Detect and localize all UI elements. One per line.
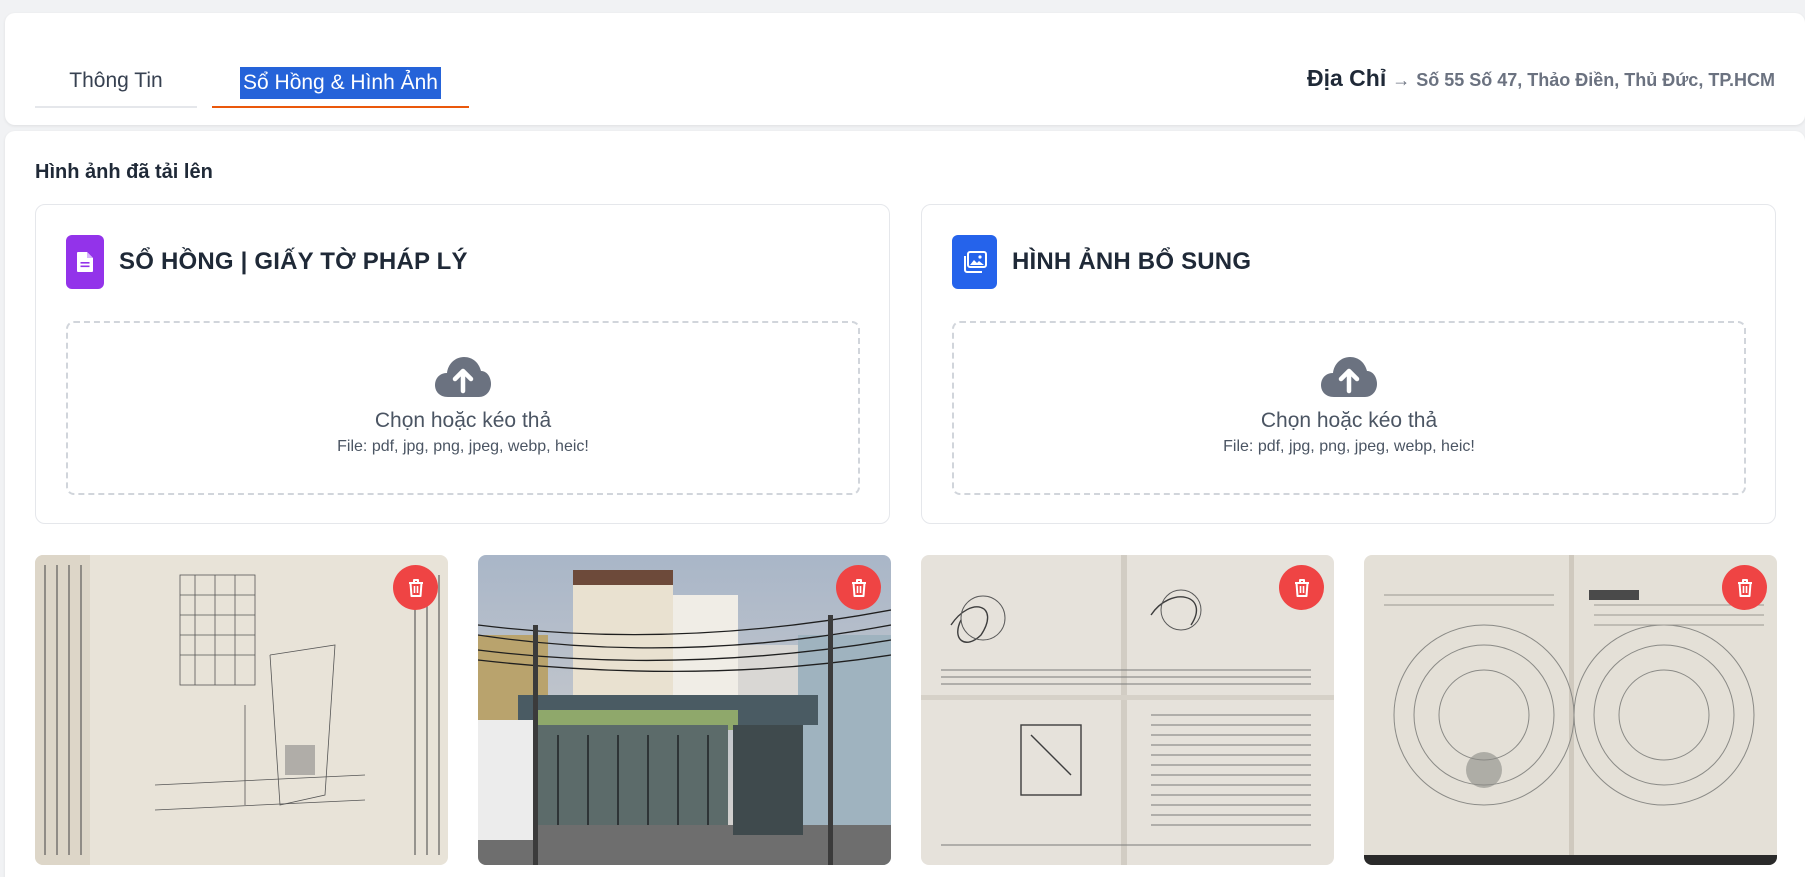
document-icon [66, 235, 104, 289]
arrow-right-icon: → [1392, 70, 1411, 90]
dropzone-sub-text: File: pdf, jpg, png, jpeg, webp, heic! [1223, 438, 1475, 455]
certificate-cover-scan-image [1364, 555, 1777, 865]
header-card: Thông Tin Sổ Hồng & Hình Ảnh Địa Chỉ → S… [5, 13, 1805, 125]
trash-icon [851, 578, 866, 597]
house-front-photo-image [478, 555, 891, 865]
trash-icon [1737, 578, 1752, 597]
cloud-upload-icon [1321, 357, 1377, 397]
panel-header: SỔ HỒNG | GIẤY TỜ PHÁP LÝ [66, 235, 468, 289]
address: Địa Chỉ → Số 55 Số 47, Thảo Điền, Thủ Đứ… [1307, 65, 1775, 92]
main-card: Hình ảnh đã tải lên SỔ HỒNG | GIẤY TỜ PH… [5, 131, 1805, 877]
delete-button[interactable] [393, 565, 438, 610]
tab-so-hong-hinh-anh-label: Sổ Hồng & Hình Ảnh [240, 67, 441, 99]
section-title: Hình ảnh đã tải lên [35, 161, 213, 183]
panel-title: HÌNH ẢNH BỔ SUNG [1012, 248, 1252, 275]
trash-icon [1294, 578, 1309, 597]
delete-button[interactable] [1722, 565, 1767, 610]
tab-so-hong-hinh-anh[interactable]: Sổ Hồng & Hình Ảnh [212, 49, 469, 108]
delete-button[interactable] [1279, 565, 1324, 610]
panel-title: SỔ HỒNG | GIẤY TỜ PHÁP LÝ [119, 248, 468, 275]
upload-panel-extra-images: HÌNH ẢNH BỔ SUNG Chọn hoặc kéo thả File:… [921, 204, 1776, 524]
certificate-scan-image [921, 555, 1334, 865]
image-thumbnail[interactable] [35, 555, 448, 865]
dropzone-legal-docs[interactable]: Chọn hoặc kéo thả File: pdf, jpg, png, j… [66, 321, 860, 495]
dropzone-main-text: Chọn hoặc kéo thả [374, 409, 552, 432]
tab-thong-tin[interactable]: Thông Tin [35, 49, 197, 108]
image-thumbnail[interactable] [921, 555, 1334, 865]
delete-button[interactable] [836, 565, 881, 610]
image-thumbnail[interactable] [1364, 555, 1777, 865]
dropzone-sub-text: File: pdf, jpg, png, jpeg, webp, heic! [337, 438, 589, 455]
tab-thong-tin-label: Thông Tin [69, 69, 163, 92]
cloud-upload-icon [435, 357, 491, 397]
dropzone-main-text: Chọn hoặc kéo thả [1260, 409, 1438, 432]
panel-header: HÌNH ẢNH BỔ SUNG [952, 235, 1251, 289]
land-plan-scan-image [35, 555, 448, 865]
trash-icon [408, 578, 423, 597]
address-label: Địa Chỉ [1307, 65, 1387, 91]
upload-panel-legal-docs: SỔ HỒNG | GIẤY TỜ PHÁP LÝ Chọn hoặc kéo … [35, 204, 890, 524]
image-thumbnail[interactable] [478, 555, 891, 865]
image-gallery-icon [952, 235, 997, 289]
dropzone-extra-images[interactable]: Chọn hoặc kéo thả File: pdf, jpg, png, j… [952, 321, 1746, 495]
address-value: Số 55 Số 47, Thảo Điền, Thủ Đức, TP.HCM [1416, 70, 1775, 90]
